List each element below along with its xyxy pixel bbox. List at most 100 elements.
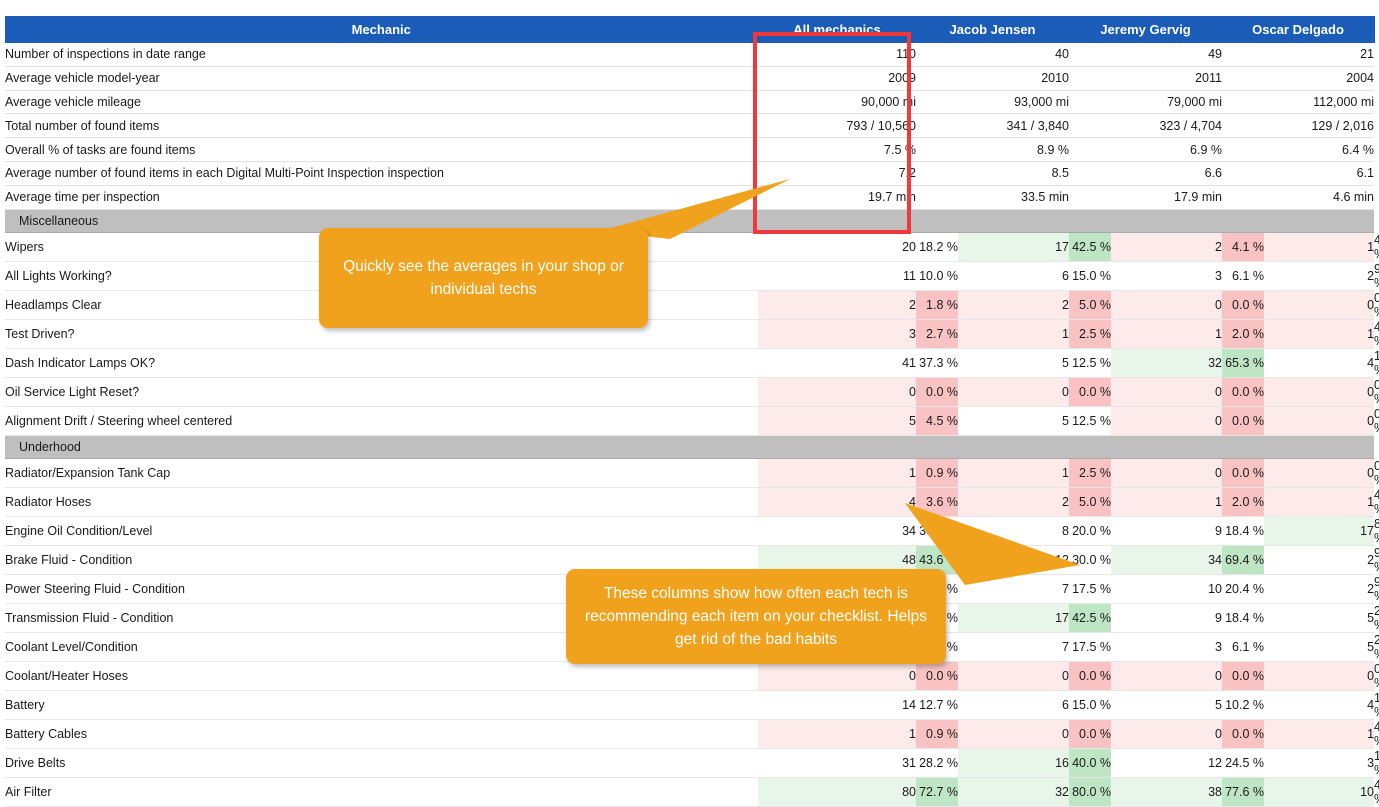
item-count-cell: 10: [1111, 574, 1222, 604]
table-row: Oil Service Light Reset? 0 0.0 % 0 0.0 % 0 0.0…: [5, 377, 1379, 407]
column-header-all-mechanics[interactable]: All mechanics: [758, 16, 917, 43]
item-count-cell: 3: [1111, 632, 1222, 662]
item-count-cell: 80: [758, 777, 916, 807]
item-count-cell: 14: [758, 690, 916, 720]
item-count-cell: 0: [958, 661, 1069, 691]
item-count-cell: 7: [958, 632, 1069, 662]
item-percent-cell: 2.0 %: [1222, 487, 1264, 517]
item-count-cell: 9: [1111, 516, 1222, 546]
item-percent-cell: 37.3 %: [916, 348, 958, 378]
item-count-cell: 4: [1264, 348, 1375, 378]
item-count-cell: 6: [958, 690, 1069, 720]
item-count-cell: 5: [758, 406, 916, 436]
item-count-cell: 5: [1264, 632, 1375, 662]
item-percent-cell: 15.0 %: [1069, 261, 1111, 291]
item-percent-cell: 12.7 %: [916, 690, 958, 720]
item-count-cell: 9: [1111, 603, 1222, 633]
item-count-cell: 17: [958, 232, 1069, 262]
item-label: Radiator/Expansion Tank Cap: [5, 458, 758, 488]
item-percent-cell: 5.0 %: [1069, 290, 1111, 320]
summary-row: Number of inspections in date range 110 40…: [5, 43, 1375, 67]
item-percent-cell: 4.1 %: [1222, 232, 1264, 262]
table-row: Headlamps Clear21.8 %25.0 %00.0 %00.0 %: [5, 290, 1379, 320]
item-label: Drive Belts: [5, 748, 758, 778]
summary-value-cell: 21: [1222, 43, 1375, 67]
item-count-cell: 3: [1264, 748, 1375, 778]
item-percent-cell: 1.8 %: [916, 290, 958, 320]
item-count-cell: 10: [1264, 777, 1375, 807]
item-count-cell: 3: [758, 319, 916, 349]
summary-row-label: Number of inspections in date range: [5, 43, 758, 67]
item-percent-cell: 0.9 %: [916, 458, 958, 488]
item-count-cell: 1: [958, 319, 1069, 349]
item-percent-cell: 77.6 %: [1222, 777, 1264, 807]
column-header-mechanic[interactable]: Mechanic: [5, 16, 759, 43]
item-percent-cell: 15.0 %: [1069, 690, 1111, 720]
item-percent-cell: 2.5 %: [1069, 458, 1111, 488]
section-title: Underhood: [5, 434, 1375, 460]
item-count-cell: 2: [1264, 261, 1375, 291]
item-percent-cell: 65.3 %: [1222, 348, 1264, 378]
item-count-cell: 5: [1264, 603, 1375, 633]
column-header-jacob-jensen[interactable]: Jacob Jensen: [916, 16, 1070, 43]
item-count-cell: 0: [1111, 719, 1222, 749]
item-label: Battery Cables: [5, 719, 758, 749]
item-count-cell: 1: [1264, 232, 1375, 262]
summary-value-cell: 793 / 10,560: [758, 113, 916, 139]
column-header-oscar-delgado[interactable]: Oscar Delgado: [1222, 16, 1375, 43]
summary-value-cell: 90,000 mi: [758, 90, 916, 115]
table-body: Number of inspections in date range 110 40…: [5, 43, 1379, 807]
item-count-cell: 0: [1111, 377, 1222, 407]
callout-columns-text: These columns show how often each tech i…: [584, 585, 927, 648]
item-count-cell: 0: [1264, 406, 1375, 436]
item-percent-cell: 18.4 %: [1222, 516, 1264, 546]
item-percent-cell: 0.0 %: [1222, 406, 1264, 436]
summary-row-label: Total number of found items: [5, 113, 758, 139]
column-header-jeremy-gervig[interactable]: Jeremy Gervig: [1069, 16, 1223, 43]
table-row: Battery Cables10.9 %00.0 %00.0 %14.8 %: [5, 719, 1379, 749]
item-percent-cell: 18.4 %: [1222, 603, 1264, 633]
item-count-cell: 17: [1264, 516, 1375, 546]
item-label: Air Filter: [5, 777, 758, 807]
item-label: Coolant/Heater Hoses: [5, 661, 758, 691]
item-count-cell: 17: [958, 603, 1069, 633]
item-percent-cell: 80.0 %: [1069, 777, 1111, 807]
item-count-cell: 1: [1111, 319, 1222, 349]
item-count-cell: 0: [758, 661, 916, 691]
item-count-cell: 2: [958, 290, 1069, 320]
summary-value-cell: 341 / 3,840: [916, 113, 1069, 139]
item-count-cell: 1: [1111, 487, 1222, 517]
item-percent-cell: 18.2 %: [916, 232, 958, 262]
item-count-cell: 0: [1264, 377, 1375, 407]
item-percent-cell: 6.1 %: [1222, 261, 1264, 291]
item-count-cell: 16: [958, 748, 1069, 778]
summary-value-cell: 4.6 min: [1222, 185, 1375, 210]
table-row: Test Driven?32.7 %12.5 %12.0 %14.8 %: [5, 319, 1379, 349]
item-percent-cell: 0.9 %: [916, 719, 958, 749]
table-header: Mechanic All mechanics Jacob Jensen Jere…: [5, 16, 1375, 43]
item-count-cell: 0: [1264, 290, 1375, 320]
summary-value-cell: 2011: [1069, 66, 1222, 91]
report-page: Mechanic All mechanics Jacob Jensen Jere…: [0, 16, 1379, 807]
summary-value-cell: 7.5 %: [758, 137, 916, 162]
summary-row-label: Average vehicle model-year: [5, 66, 758, 91]
summary-value-cell: 2004: [1222, 66, 1375, 91]
item-label: Radiator Hoses: [5, 487, 758, 517]
item-count-cell: 1: [1264, 719, 1375, 749]
summary-value-cell: 6.1: [1222, 161, 1375, 186]
summary-value-cell: 8.9 %: [916, 137, 1069, 162]
item-count-cell: 0: [758, 377, 916, 407]
table-row: Battery1412.7 %615.0 %510.2 %419.0 %: [5, 690, 1379, 720]
item-percent-cell: 0.0 %: [916, 377, 958, 407]
summary-value-cell: 17.9 min: [1069, 185, 1222, 210]
item-percent-cell: 12.5 %: [1069, 348, 1111, 378]
summary-value-cell: 93,000 mi: [916, 90, 1069, 115]
item-percent-cell: 24.5 %: [1222, 748, 1264, 778]
table-row: Air Filter8072.7 %3280.0 %3877.6 %1047.6…: [5, 777, 1379, 807]
table-row: All Lights Working? 11 10.0 % 6 15.0 % 3 6.1 %…: [5, 261, 1379, 291]
item-percent-cell: 0.0 %: [1069, 661, 1111, 691]
summary-value-cell: 40: [916, 43, 1069, 67]
item-count-cell: 5: [958, 406, 1069, 436]
item-count-cell: 2: [1111, 232, 1222, 262]
summary-row: Average vehicle mileage 90,000 mi 93,000 m…: [5, 90, 1375, 115]
